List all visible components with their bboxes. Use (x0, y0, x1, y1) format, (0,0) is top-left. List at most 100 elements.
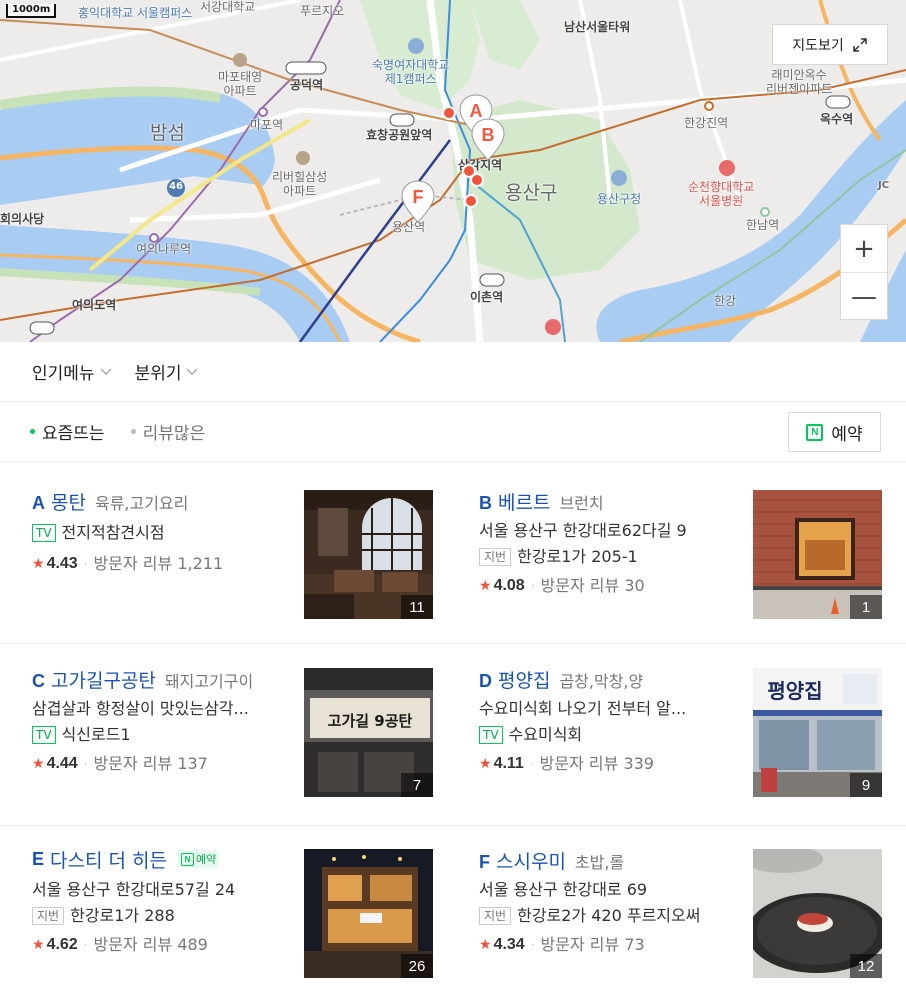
star-icon: ★ (479, 937, 492, 953)
route-46-badge: 46 (169, 181, 183, 192)
map-dot-marker[interactable] (470, 173, 484, 187)
reservation-badge[interactable]: N 예약 (177, 850, 220, 868)
zoom-out-button[interactable]: — (841, 273, 887, 321)
place-card-b[interactable]: B 베르트 브런치 서울 용산구 한강대로62다길 9 지번 한강로1가 205… (479, 488, 906, 628)
map-label-soonchunhyang: 순천향대학교 서울병원 (688, 180, 755, 209)
mood-dropdown[interactable]: 분위기 (135, 359, 200, 384)
place-photo[interactable]: 12 (753, 849, 882, 978)
map-label-raemian: 래미안옥수 리버젠아파트 (766, 68, 833, 97)
place-category: 브런치 (559, 494, 604, 512)
place-name[interactable]: 평양집 (498, 666, 550, 690)
place-address: 서울 용산구 한강대로 69 (479, 880, 648, 899)
reservation-badge-label: 예약 (195, 853, 217, 866)
tv-show-name: 전지적참견시점 (61, 523, 165, 542)
place-card-a[interactable]: A 몽탄 육류,고기요리 TV 전지적참견시점 ★ 4.43 · 방문자 리뷰 … (32, 488, 462, 628)
place-info: A 몽탄 육류,고기요리 TV 전지적참견시점 ★ 4.43 · 방문자 리뷰 … (32, 488, 302, 578)
review-label: 방문자 리뷰 (93, 754, 173, 773)
place-card-c[interactable]: C 고가길구공탄 돼지고기구이 삼겹살과 항정살이 맛있는삼각... TV 식신… (32, 666, 462, 806)
place-card-f[interactable]: F 스시우미 초밥,롤 서울 용산구 한강대로 69 지번 한강로2가 420 … (479, 847, 906, 987)
place-photo[interactable]: 11 (304, 490, 433, 619)
separator-dot: · (83, 557, 88, 571)
place-rating-line: ★ 4.44 · 방문자 리뷰 137 (32, 750, 302, 778)
place-info-line: TV 수요미식회 (479, 722, 749, 748)
place-title-line: F 스시우미 초밥,롤 (479, 847, 749, 871)
place-rating-line: ★ 4.43 · 방문자 리뷰 1,211 (32, 550, 302, 578)
map-label-namsan: 남산서울타워 (564, 20, 631, 34)
naver-booking-icon: N (806, 423, 824, 441)
zoom-in-button[interactable]: + (841, 225, 887, 273)
place-photo[interactable]: 고가길 9공탄 7 (304, 668, 433, 797)
reservation-label: 예약 (831, 424, 863, 445)
map-dot-marker[interactable] (442, 106, 456, 120)
sort-trending-label: 요즘뜨는 (42, 424, 105, 444)
place-description: 수요미식회 나오기 전부터 알... (479, 699, 687, 718)
rating-score: 4.11 (493, 755, 524, 772)
sort-most-reviews[interactable]: 리뷰많은 (130, 419, 205, 444)
place-name[interactable]: 베르트 (498, 488, 550, 512)
map-label-sookmyung: 숙명여자대학교 제1캠퍼스 (372, 58, 450, 87)
popular-menu-dropdown[interactable]: 인기메뉴 (32, 359, 113, 384)
zoom-control: + — (840, 224, 888, 320)
place-title-line: D 평양집 곱창,막창,양 (479, 666, 749, 690)
map-pin-f-letter: F (412, 186, 424, 207)
map-canvas (0, 0, 906, 342)
review-label: 방문자 리뷰 (539, 754, 619, 773)
place-marker-letter: E (32, 848, 45, 869)
chevron-down-icon (100, 367, 112, 375)
map-dot-marker[interactable] (464, 194, 478, 208)
place-card-e[interactable]: E 다스티 더 히든 N 예약 서울 용산구 한강대로57길 24 지번 한강로… (32, 847, 462, 987)
place-marker-letter: C (32, 671, 45, 690)
photo-count: 11 (401, 595, 433, 619)
star-icon: ★ (32, 937, 45, 953)
map-view-button[interactable]: 지도보기 (772, 24, 888, 65)
map-pin-f[interactable]: F (400, 180, 436, 224)
place-rating-line: ★ 4.08 · 방문자 리뷰 30 (479, 572, 749, 600)
place-info: F 스시우미 초밥,롤 서울 용산구 한강대로 69 지번 한강로2가 420 … (479, 847, 749, 959)
place-photo[interactable]: 1 (753, 490, 882, 619)
place-name[interactable]: 몽탄 (51, 488, 86, 512)
review-label: 방문자 리뷰 (540, 935, 620, 954)
photo-count: 9 (850, 773, 882, 797)
place-title-line: E 다스티 더 히든 N 예약 (32, 847, 302, 871)
review-label: 방문자 리뷰 (93, 935, 173, 954)
review-label: 방문자 리뷰 (93, 554, 173, 573)
place-name[interactable]: 스시우미 (496, 847, 566, 871)
map-label-hyochang: 효창공원앞역 (366, 128, 433, 142)
tv-tag: TV (32, 726, 56, 744)
star-icon: ★ (479, 756, 492, 772)
separator-dot: · (530, 579, 535, 593)
map-view-label: 지도보기 (792, 37, 844, 54)
map-pin-b[interactable]: B (470, 118, 506, 162)
place-info-line: 지번 한강로1가 205-1 (479, 544, 749, 570)
map-label-oksu: 옥수역 (820, 112, 854, 126)
scale-label: 1000m (12, 4, 51, 15)
map-label-riverhill: 리버힐삼성 아파트 (272, 170, 328, 199)
sort-trending[interactable]: 요즘뜨는 (30, 419, 105, 444)
map-label-seogang: 서강대학교 (200, 0, 256, 14)
place-marker-letter: F (479, 852, 490, 871)
reservation-filter-button[interactable]: N 예약 (788, 412, 881, 452)
star-icon: ★ (32, 556, 45, 572)
place-photo[interactable]: 26 (304, 849, 433, 978)
map-label-bamseom: 밤섬 (150, 122, 185, 144)
expand-icon (853, 37, 867, 52)
rating-score: 4.43 (46, 555, 78, 572)
place-marker-letter: D (479, 671, 492, 690)
place-info: D 평양집 곱창,막창,양 수요미식회 나오기 전부터 알... TV 수요미식… (479, 666, 749, 778)
photo-count: 26 (401, 954, 433, 978)
place-photo[interactable]: 평양집 9 (753, 668, 882, 797)
photo-count: 1 (850, 595, 882, 619)
map-label-gongdeok: 공덕역 (290, 78, 324, 92)
place-info-line: 지번 한강로1가 288 (32, 903, 302, 929)
map-label-ichon: 이촌역 (470, 290, 504, 304)
map-view[interactable]: 1000m 홍익대학교 서울캠퍼스 서강대학교 푸르지오 남산서울타워 숙명여자… (0, 0, 906, 342)
place-lot-address: 한강로1가 288 (70, 906, 175, 925)
place-name[interactable]: 다스티 더 히든 (50, 847, 167, 872)
mood-label: 분위기 (134, 364, 182, 384)
separator-dot: · (83, 938, 88, 952)
place-card-d[interactable]: D 평양집 곱창,막창,양 수요미식회 나오기 전부터 알... TV 수요미식… (479, 666, 906, 806)
signboard-text: 고가길 9공탄 (328, 712, 413, 730)
rating-score: 4.34 (493, 936, 525, 953)
place-marker-letter: A (32, 493, 45, 512)
place-name[interactable]: 고가길구공탄 (51, 666, 156, 690)
